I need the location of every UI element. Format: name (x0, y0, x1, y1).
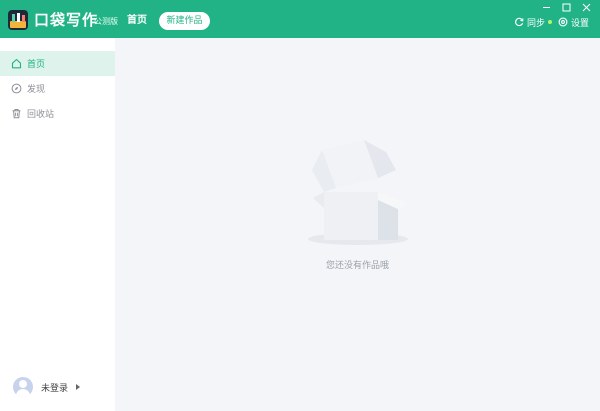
sync-icon (515, 17, 524, 27)
sidebar-item-discover[interactable]: 发现 (0, 76, 115, 101)
minimize-icon (542, 6, 550, 8)
sidebar-item-label: 首页 (27, 60, 46, 70)
settings-button[interactable]: 设置 (558, 16, 590, 29)
trash-icon (12, 109, 21, 119)
settings-label: 设置 (571, 18, 590, 29)
empty-box-illustration-icon (308, 140, 408, 245)
main-content: 您还没有作品哦 (115, 38, 600, 411)
compass-icon (11, 83, 22, 94)
sidebar-item-trash[interactable]: 回收站 (0, 101, 115, 126)
close-icon (582, 3, 590, 11)
gear-icon (558, 17, 568, 27)
app-name: 口袋写作 (34, 11, 99, 29)
maximize-icon (562, 3, 570, 11)
minimize-button[interactable] (539, 2, 553, 12)
sidebar-item-label: 回收站 (27, 110, 55, 120)
nav-home-link[interactable]: 首页 (127, 15, 147, 27)
close-button[interactable] (579, 2, 593, 12)
sidebar-item-home[interactable]: 首页 (0, 51, 115, 76)
sync-status-dot (548, 20, 553, 24)
title-bar: 口袋写作 公测版 首页 新建作品 同步 设置 (0, 0, 600, 38)
sync-button[interactable]: 同步 (514, 16, 553, 29)
new-work-button[interactable]: 新建作品 (159, 12, 210, 30)
user-label: 未登录 (41, 383, 69, 394)
user-login-button[interactable]: 未登录 (13, 377, 81, 397)
empty-state-text: 您还没有作品哦 (325, 261, 389, 271)
sync-label: 同步 (527, 18, 546, 29)
sidebar: 首页 发现 回收站 未登录 (0, 38, 115, 411)
beta-badge: 公测版 (94, 17, 118, 26)
caret-right-icon (76, 384, 81, 390)
sidebar-item-label: 发现 (27, 85, 46, 95)
home-icon (11, 58, 22, 69)
app-logo-icon (8, 10, 28, 30)
avatar-icon (13, 377, 33, 397)
maximize-button[interactable] (559, 2, 573, 12)
